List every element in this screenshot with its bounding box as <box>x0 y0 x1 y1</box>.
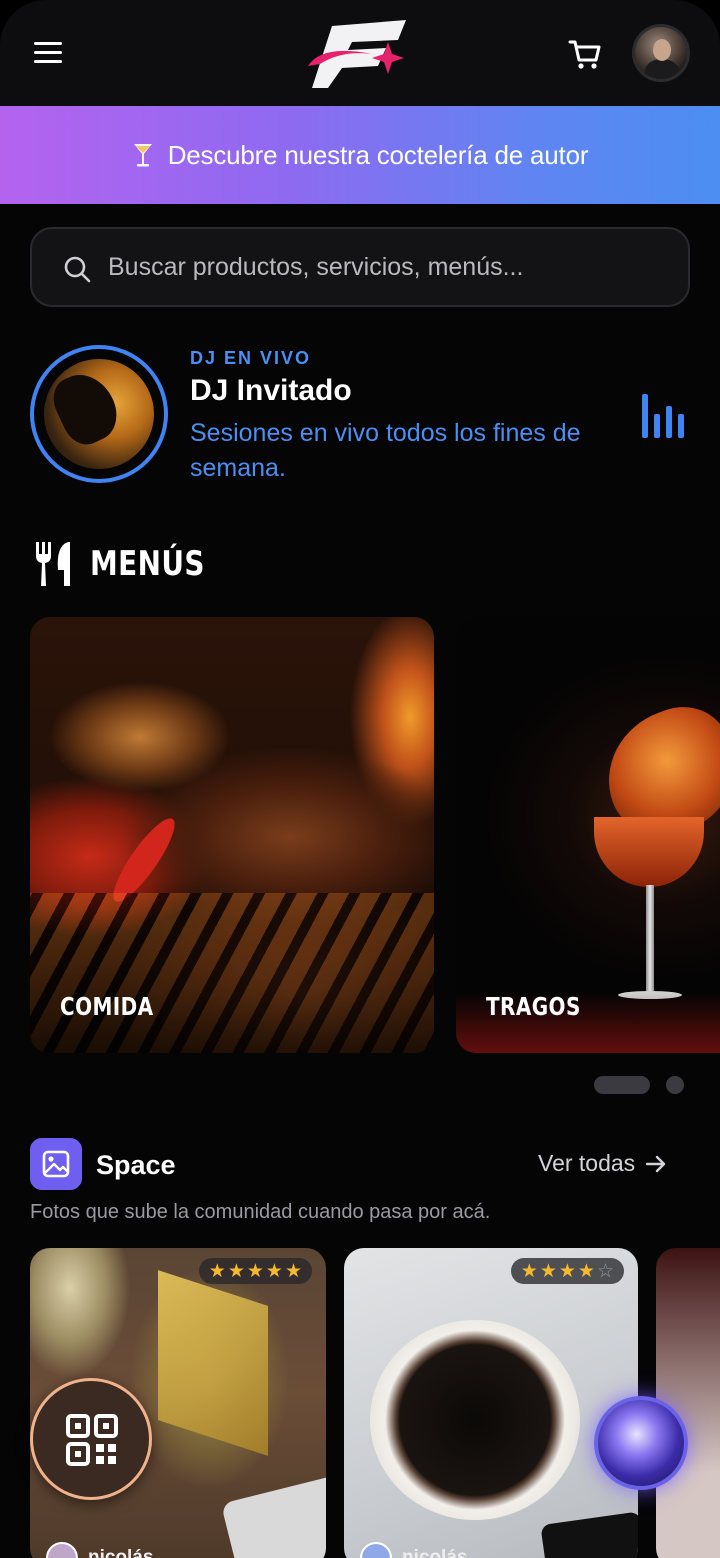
qr-code-button[interactable] <box>30 1378 152 1500</box>
promo-text: Descubre nuestra coctelería de autor <box>167 139 589 170</box>
cocktail-glass-icon <box>133 144 152 167</box>
top-bar <box>0 0 720 106</box>
menus-title: MENÚS <box>90 544 205 584</box>
star-rating: ★ ★ ★ ★ ★ <box>198 1258 312 1284</box>
space-title: Space <box>96 1150 176 1180</box>
user-avatar[interactable] <box>632 24 690 82</box>
photo-author[interactable]: nicolás <box>360 1542 467 1558</box>
community-photo-card[interactable]: ★ ★ ★ ★ ☆ nicolás <box>344 1248 638 1558</box>
hamburger-menu-icon[interactable] <box>30 36 66 70</box>
equalizer-icon[interactable] <box>642 392 686 438</box>
arrow-right-icon <box>645 1155 666 1172</box>
menu-card-tragos[interactable]: TRAGOS <box>456 617 720 1053</box>
see-all-link[interactable]: Ver todas <box>538 1150 667 1177</box>
space-subtitle: Fotos que sube la comunidad cuando pasa … <box>30 1201 491 1223</box>
see-all-label: Ver todas <box>538 1150 636 1176</box>
author-avatar <box>360 1542 392 1558</box>
shopping-cart-icon[interactable] <box>562 32 606 74</box>
search-bar[interactable] <box>30 227 690 307</box>
dj-name[interactable]: DJ Invitado <box>190 374 352 408</box>
cutlery-icon <box>36 542 70 586</box>
pager-dot-active[interactable] <box>594 1076 650 1094</box>
star-rating: ★ ★ ★ ★ ☆ <box>510 1258 624 1284</box>
app-screen: Descubre nuestra coctelería de autor DJ … <box>0 0 720 1558</box>
search-icon <box>64 256 91 283</box>
pager-dot[interactable] <box>666 1076 684 1094</box>
author-avatar <box>46 1542 78 1558</box>
qr-code-icon <box>66 1414 118 1466</box>
dj-description: Sesiones en vivo todos los fines de sema… <box>190 419 581 482</box>
author-name: nicolás <box>402 1547 468 1558</box>
carousel-pager <box>594 1076 684 1094</box>
author-name: nicolás <box>88 1547 154 1558</box>
menu-card-label: TRAGOS <box>486 992 581 1021</box>
menu-card-comida[interactable]: COMIDA <box>30 617 434 1053</box>
menus-heading: MENÚS <box>34 540 230 588</box>
search-input[interactable] <box>108 229 668 305</box>
photo-author[interactable]: nicolás <box>46 1542 153 1558</box>
dj-avatar[interactable] <box>30 345 168 483</box>
gallery-icon <box>30 1138 82 1190</box>
brand-logo-icon[interactable] <box>302 14 412 94</box>
menu-card-label: COMIDA <box>60 992 154 1021</box>
promo-banner[interactable]: Descubre nuestra coctelería de autor <box>0 106 720 204</box>
dj-live-tag: DJ EN VIVO <box>190 348 312 368</box>
ai-assistant-orb-button[interactable] <box>594 1396 688 1490</box>
